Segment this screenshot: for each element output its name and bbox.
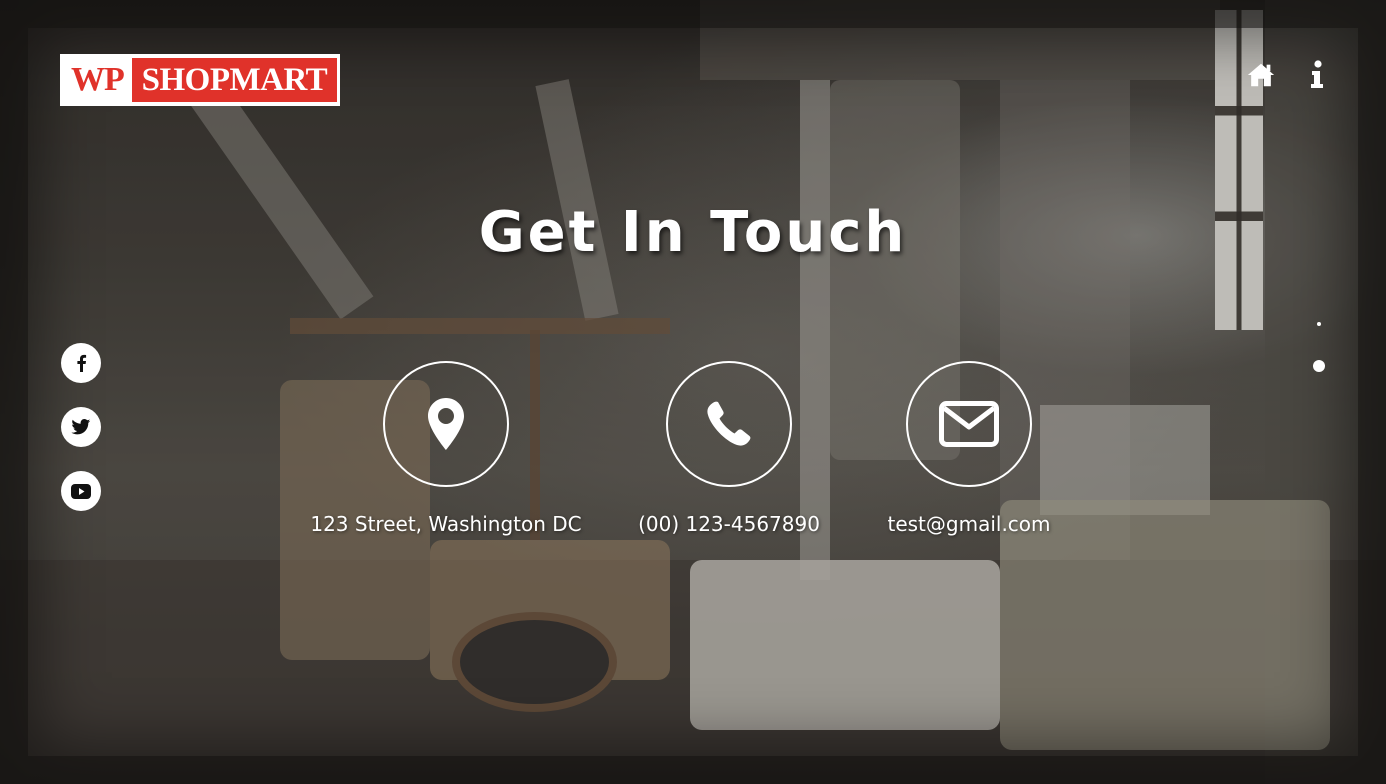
phone-text: (00) 123-4567890: [638, 512, 820, 536]
envelope-icon[interactable]: [906, 361, 1032, 487]
phone-icon[interactable]: [666, 361, 792, 487]
page-title: Get In Touch: [478, 200, 908, 265]
contact-email: test@gmail.com: [869, 361, 1069, 536]
contact-address: 123 Street, Washington DC: [302, 361, 590, 536]
pagination-dot-active[interactable]: [1313, 360, 1325, 372]
site-logo[interactable]: WP SHOPMART: [60, 54, 340, 106]
logo-shopmart-text: SHOPMART: [131, 58, 337, 102]
pagination-dot[interactable]: [1317, 322, 1321, 326]
facebook-icon[interactable]: [61, 343, 101, 383]
home-icon[interactable]: [1246, 60, 1276, 90]
top-nav: [1246, 60, 1332, 90]
info-icon[interactable]: [1302, 60, 1332, 90]
contact-phone: (00) 123-4567890: [630, 361, 828, 536]
youtube-icon[interactable]: [61, 471, 101, 511]
location-pin-icon[interactable]: [383, 361, 509, 487]
address-text: 123 Street, Washington DC: [310, 512, 582, 536]
twitter-icon[interactable]: [61, 407, 101, 447]
email-text: test@gmail.com: [887, 512, 1051, 536]
logo-wp-text: WP: [71, 61, 125, 98]
social-links: [61, 343, 101, 511]
